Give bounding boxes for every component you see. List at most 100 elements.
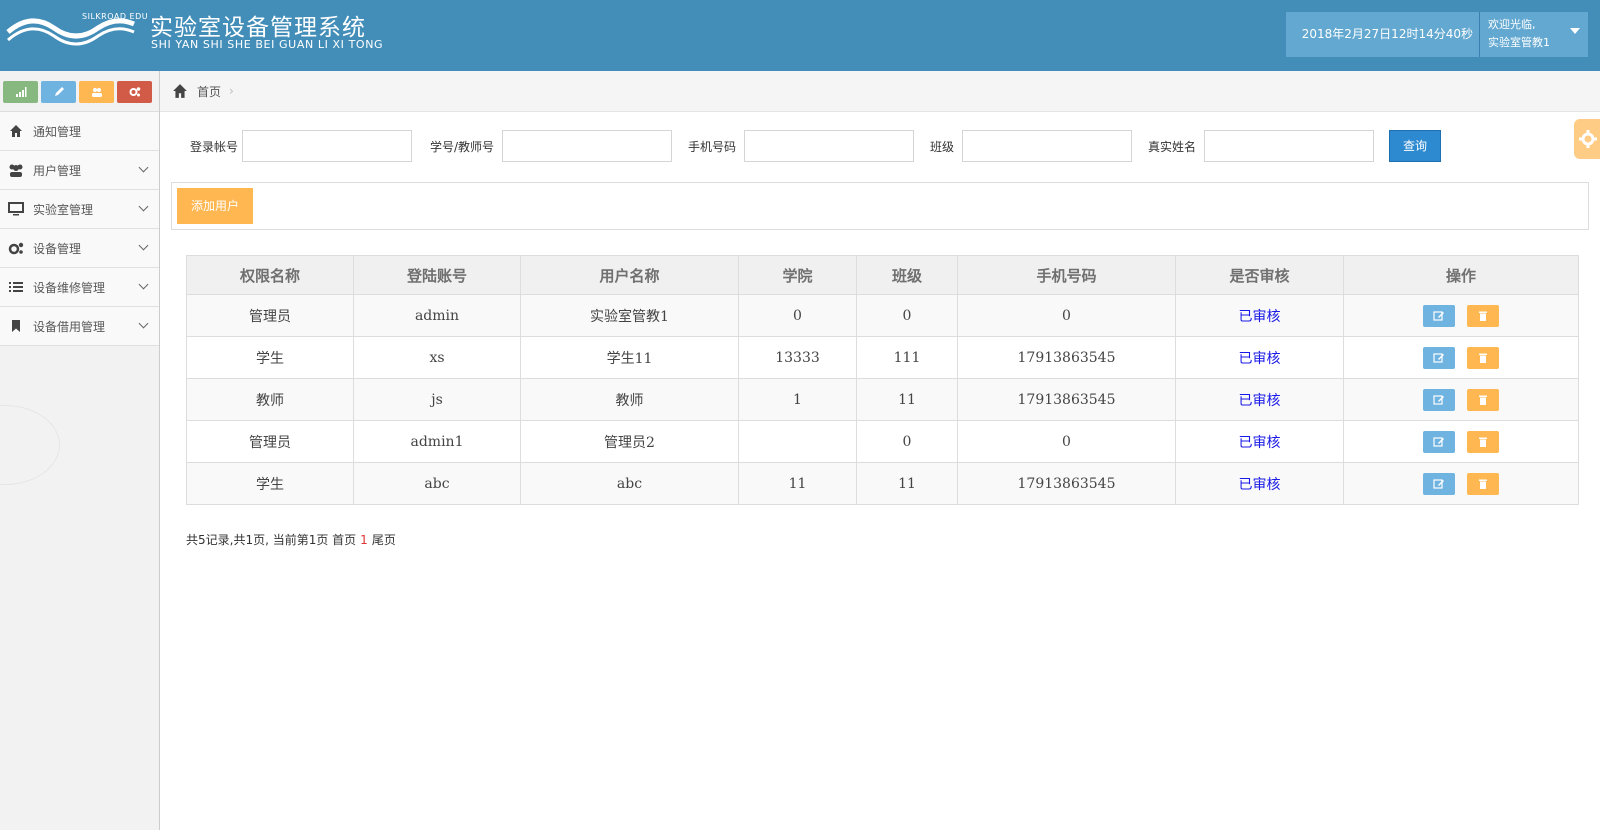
table-row: 教师 js 教师 1 11 17913863545 已审核 [186,378,1579,421]
login-account-label: 登录帐号 [190,140,239,154]
sidebar-item-label: 设备维修管理 [33,280,106,295]
audit-status-link[interactable]: 已审核 [1175,294,1344,337]
users-shortcut-button[interactable] [79,81,114,103]
cogs-icon [129,87,140,97]
edit-button[interactable] [1422,472,1455,495]
actions-cell [1343,462,1579,505]
login-account-input[interactable] [242,130,412,162]
add-user-button[interactable]: 添加用户 [177,188,253,224]
phone-cell: 17913863545 [957,378,1176,421]
home-icon [173,84,187,98]
sidebar-item-lab[interactable]: 实验室管理 [0,190,159,229]
column-header: 权限名称 [186,255,354,295]
student-id-label: 学号/教师号 [430,140,495,154]
edit-icon [1433,310,1444,321]
real-name-input[interactable] [1204,130,1374,162]
query-button[interactable]: 查询 [1389,130,1441,162]
audit-status-link[interactable]: 已审核 [1175,378,1344,421]
delete-button[interactable] [1467,472,1500,495]
delete-button[interactable] [1467,430,1500,453]
college-cell: 13333 [738,336,857,379]
chevron-down-icon [138,162,149,173]
breadcrumb-home-link[interactable]: 首页 [197,83,221,100]
student-id-input[interactable] [502,130,672,162]
column-header: 学院 [738,255,857,295]
edit-icon [1433,436,1444,447]
actions-cell [1343,420,1579,463]
sidebar-item-notice[interactable]: 通知管理 [0,112,159,151]
settings-toggle[interactable] [1574,119,1600,159]
column-header: 操作 [1343,255,1579,295]
role-cell: 学生 [186,462,354,505]
phone-input[interactable] [744,130,914,162]
toolbar-panel: 添加用户 [171,182,1589,230]
edit-button[interactable] [1422,304,1455,327]
class-cell: 111 [856,336,958,379]
edit-button[interactable] [1422,388,1455,411]
sidebar-item-users[interactable]: 用户管理 [0,151,159,190]
pagination: 共5记录,共1页, 当前第1页 首页 1 尾页 [186,531,396,548]
sidebar-item-repair[interactable]: 设备维修管理 [0,268,159,307]
audit-status-link[interactable]: 已审核 [1175,462,1344,505]
current-page-link[interactable]: 1 [360,533,368,547]
welcome-text: 欢迎光临, [1488,18,1536,31]
bookmark-icon [8,318,24,334]
phone-label: 手机号码 [688,140,737,154]
signal-icon [15,87,26,97]
app-subtitle: SHI YAN SHI SHE BEI GUAN LI XI TONG [151,38,384,51]
table-header-row: 权限名称 登陆账号 用户名称 学院 班级 手机号码 是否审核 操作 [186,255,1579,295]
phone-cell: 0 [957,294,1176,337]
cogs-icon [8,240,24,256]
delete-button[interactable] [1467,388,1500,411]
caret-down-icon[interactable] [1570,28,1580,34]
actions-cell [1343,336,1579,379]
sidebar-item-equipment[interactable]: 设备管理 [0,229,159,268]
column-header: 是否审核 [1175,255,1344,295]
users-table: 权限名称 登陆账号 用户名称 学院 班级 手机号码 是否审核 操作 管理员 ad… [186,255,1579,505]
class-input[interactable] [962,130,1132,162]
trash-icon [1479,437,1488,447]
audit-status-link[interactable]: 已审核 [1175,420,1344,463]
role-cell: 管理员 [186,420,354,463]
table-row: 管理员 admin 实验室管教1 0 0 0 已审核 [186,294,1579,337]
username-cell: 学生11 [520,336,739,379]
users-icon [91,88,102,97]
logo-text: SILKROAD EDU [82,12,149,21]
delete-button[interactable] [1467,304,1500,327]
trash-icon [1479,479,1488,489]
sidebar-item-label: 设备管理 [33,241,82,256]
sidebar-item-label: 实验室管理 [33,202,94,217]
college-cell: 0 [738,294,857,337]
stats-shortcut-button[interactable] [3,81,38,103]
username-cell: 实验室管教1 [520,294,739,337]
edit-button[interactable] [1422,430,1455,453]
gear-icon [1579,130,1597,148]
sidebar-item-borrow[interactable]: 设备借用管理 [0,307,159,346]
class-cell: 11 [856,462,958,505]
sidebar-item-label: 通知管理 [33,124,82,139]
audit-status-link[interactable]: 已审核 [1175,336,1344,379]
class-label: 班级 [930,140,955,154]
user-menu[interactable]: 欢迎光临, 实验室管教1 [1480,12,1588,57]
list-icon [8,279,24,295]
column-header: 登陆账号 [353,255,521,295]
username-cell: 教师 [520,378,739,421]
username: 实验室管教1 [1488,36,1550,49]
account-cell: xs [353,336,521,379]
account-cell: admin1 [353,420,521,463]
current-datetime: 2018年2月27日12时14分40秒 [1286,12,1480,57]
role-cell: 教师 [186,378,354,421]
edit-shortcut-button[interactable] [41,81,76,103]
app-header: SILKROAD EDU 实验室设备管理系统 SHI YAN SHI SHE B… [0,0,1600,71]
phone-cell: 17913863545 [957,462,1176,505]
edit-button[interactable] [1422,346,1455,369]
settings-shortcut-button[interactable] [117,81,152,103]
username-cell: abc [520,462,739,505]
table-row: 学生 xs 学生11 13333 111 17913863545 已审核 [186,336,1579,379]
college-cell: 1 [738,378,857,421]
last-page-link[interactable]: 尾页 [372,533,396,547]
delete-button[interactable] [1467,346,1500,369]
users-icon [8,162,24,178]
chevron-right-icon: › [229,84,234,98]
role-cell: 学生 [186,336,354,379]
